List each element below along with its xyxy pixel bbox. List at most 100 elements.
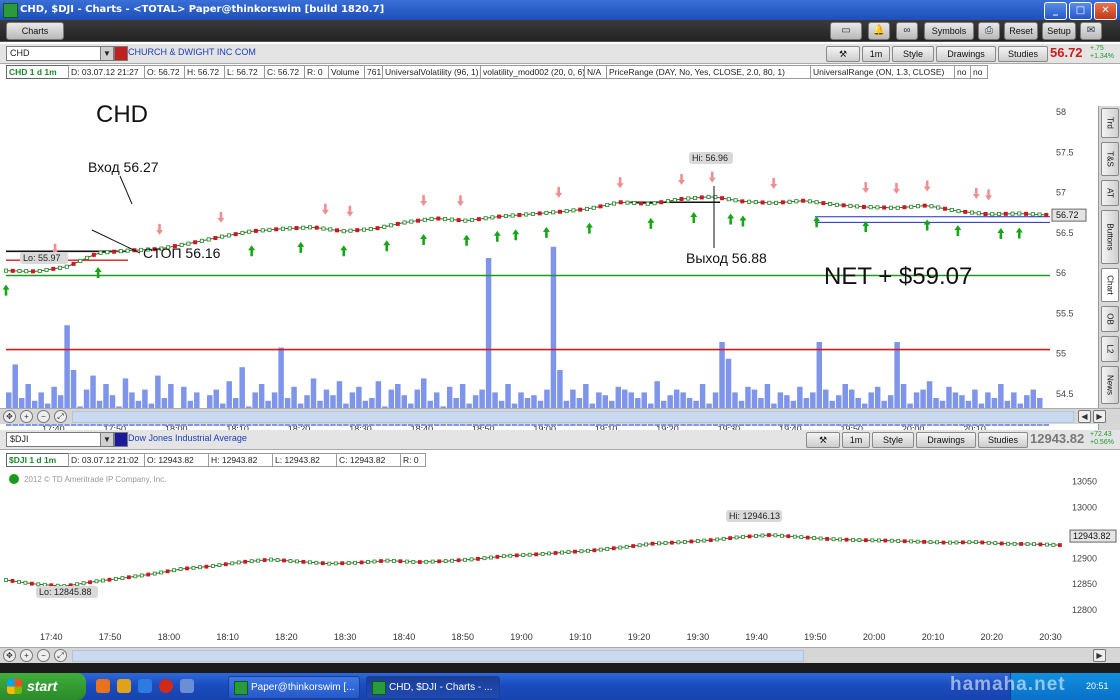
- side-tab-ts[interactable]: T&S: [1101, 142, 1119, 176]
- dji-price-change: +72.43: [1090, 431, 1112, 438]
- dji-price-bar: [430, 559, 435, 564]
- dji-scrollbar[interactable]: [72, 650, 804, 662]
- dji-scroll-thumb[interactable]: [73, 651, 803, 661]
- task-charts[interactable]: CHD, $DJI - Charts - ...: [366, 676, 500, 699]
- x-tick-label: 19:30: [687, 632, 710, 642]
- studies-label: Studies: [1007, 49, 1039, 59]
- dji-price-bar: [1032, 542, 1036, 547]
- opera-icon[interactable]: [159, 679, 173, 693]
- zoom-out-icon[interactable]: −: [37, 410, 50, 423]
- dji-price-bar: [896, 539, 901, 543]
- dji-zoom-fit-icon[interactable]: ⤢: [54, 649, 67, 662]
- show-desktop-icon[interactable]: [180, 679, 194, 693]
- link-color-icon[interactable]: [114, 46, 128, 61]
- side-tab-label: Chart: [1105, 275, 1115, 295]
- drawings-button[interactable]: Drawings: [936, 46, 996, 62]
- dji-zoom-out-icon[interactable]: −: [37, 649, 50, 662]
- dji-price-bar: [534, 552, 539, 557]
- price-bar: [760, 200, 765, 205]
- dji-price-bar: [637, 543, 642, 548]
- mail-icon[interactable]: ✉: [1080, 22, 1102, 40]
- maximize-button[interactable]: □: [1069, 2, 1092, 20]
- symbols-button[interactable]: Symbols: [924, 22, 974, 40]
- start-button[interactable]: start: [0, 673, 86, 700]
- dji-scroll-right-icon[interactable]: ▶: [1093, 649, 1106, 662]
- reset-button[interactable]: Reset: [1004, 22, 1038, 40]
- dji-price-bar: [126, 575, 131, 580]
- scroll-left-icon[interactable]: ◀: [1078, 410, 1091, 423]
- dji-price-bar: [146, 572, 151, 577]
- price-bar: [578, 207, 583, 212]
- chd-scrollbar[interactable]: [72, 411, 1074, 423]
- firefox-icon[interactable]: [96, 679, 110, 693]
- price-bar: [1010, 211, 1015, 216]
- dji-period-chip[interactable]: 1m: [842, 432, 870, 448]
- zoom-in-icon[interactable]: +: [20, 410, 33, 423]
- dji-link-color-icon[interactable]: [114, 432, 128, 447]
- price-bar: [321, 226, 326, 231]
- tools-icon[interactable]: ⚒: [826, 46, 860, 62]
- studies-button[interactable]: Studies: [998, 46, 1048, 62]
- dji-zoom-in-icon[interactable]: +: [20, 649, 33, 662]
- y-tick-label: 12850: [1072, 579, 1097, 589]
- dji-price-bar: [379, 559, 383, 563]
- side-tab-chart[interactable]: Chart: [1101, 268, 1119, 302]
- style-button[interactable]: Style: [892, 46, 934, 62]
- side-tab-at[interactable]: AT: [1101, 180, 1119, 206]
- quicklaunch-icon[interactable]: [117, 679, 131, 693]
- dji-price-bar: [476, 556, 480, 561]
- side-tab-trd[interactable]: Trd: [1101, 108, 1119, 138]
- price-bar: [841, 203, 846, 208]
- dji-style-button[interactable]: Style: [872, 432, 914, 448]
- dji-price-bar: [139, 573, 144, 578]
- print-icon[interactable]: ⎙: [978, 22, 1000, 40]
- period-chip[interactable]: 1m: [862, 46, 890, 62]
- symbol-dropdown-arrow[interactable]: ▼: [100, 46, 114, 61]
- dji-price-bar: [133, 574, 138, 579]
- dji-price-bar: [262, 558, 267, 562]
- layout-icon[interactable]: ▭: [830, 22, 862, 40]
- zoom-fit-icon[interactable]: ⤢: [54, 410, 67, 423]
- task-paper-thinkorswim[interactable]: Paper@thinkorswim [...: [228, 676, 360, 699]
- close-button[interactable]: ✕: [1094, 2, 1117, 20]
- dji-symbol-input[interactable]: $DJI: [6, 432, 101, 447]
- x-tick-label: 20:20: [980, 632, 1003, 642]
- link-icon[interactable]: ∞: [896, 22, 918, 40]
- dji-tools-icon[interactable]: ⚒: [806, 432, 840, 448]
- dji-price-bar: [301, 559, 306, 564]
- price-bar: [71, 261, 76, 266]
- dji-price-bar: [404, 559, 409, 564]
- ie-icon[interactable]: [138, 679, 152, 693]
- dji-pan-icon[interactable]: ✥: [3, 649, 16, 662]
- price-bar: [598, 204, 603, 209]
- dji-price-bar: [1012, 541, 1017, 546]
- dji-studies-button[interactable]: Studies: [978, 432, 1028, 448]
- minimize-button[interactable]: _: [1044, 2, 1067, 20]
- scroll-right-icon[interactable]: ▶: [1093, 410, 1106, 423]
- price-bar: [503, 214, 508, 219]
- side-tab-ob[interactable]: OB: [1101, 306, 1119, 332]
- dji-drawings-button[interactable]: Drawings: [916, 432, 976, 448]
- dji-symbol-dropdown-arrow[interactable]: ▼: [100, 432, 114, 447]
- bell-icon[interactable]: 🔔: [868, 22, 890, 40]
- dji-price-bar: [586, 548, 590, 553]
- chd-chart[interactable]: 54.55555.55656.55757.55817:40 17:50 18:00 1…: [0, 80, 1098, 435]
- dji-price-bar: [217, 563, 222, 568]
- price-bar: [983, 211, 988, 216]
- side-tab-l2[interactable]: L2: [1101, 336, 1119, 362]
- dji-chart[interactable]: 12800128501290012950130001305017:4017:50…: [0, 468, 1120, 648]
- side-tab-buttons[interactable]: Buttons: [1101, 210, 1119, 264]
- side-tab-news[interactable]: News: [1101, 366, 1119, 404]
- price-bar: [213, 236, 218, 241]
- price-bar: [267, 227, 272, 232]
- last-price: 56.72: [1050, 45, 1083, 60]
- symbol-input[interactable]: CHD: [6, 46, 101, 61]
- pan-icon[interactable]: ✥: [3, 410, 16, 423]
- dji-price-bar: [178, 567, 183, 571]
- side-tab-label: L2: [1105, 344, 1115, 354]
- setup-button[interactable]: Setup: [1042, 22, 1076, 40]
- chd-scroll-thumb[interactable]: [73, 412, 1073, 422]
- dji-price-bar: [857, 538, 862, 543]
- charts-tab[interactable]: Charts: [6, 22, 64, 40]
- dji-price-bar: [954, 540, 959, 545]
